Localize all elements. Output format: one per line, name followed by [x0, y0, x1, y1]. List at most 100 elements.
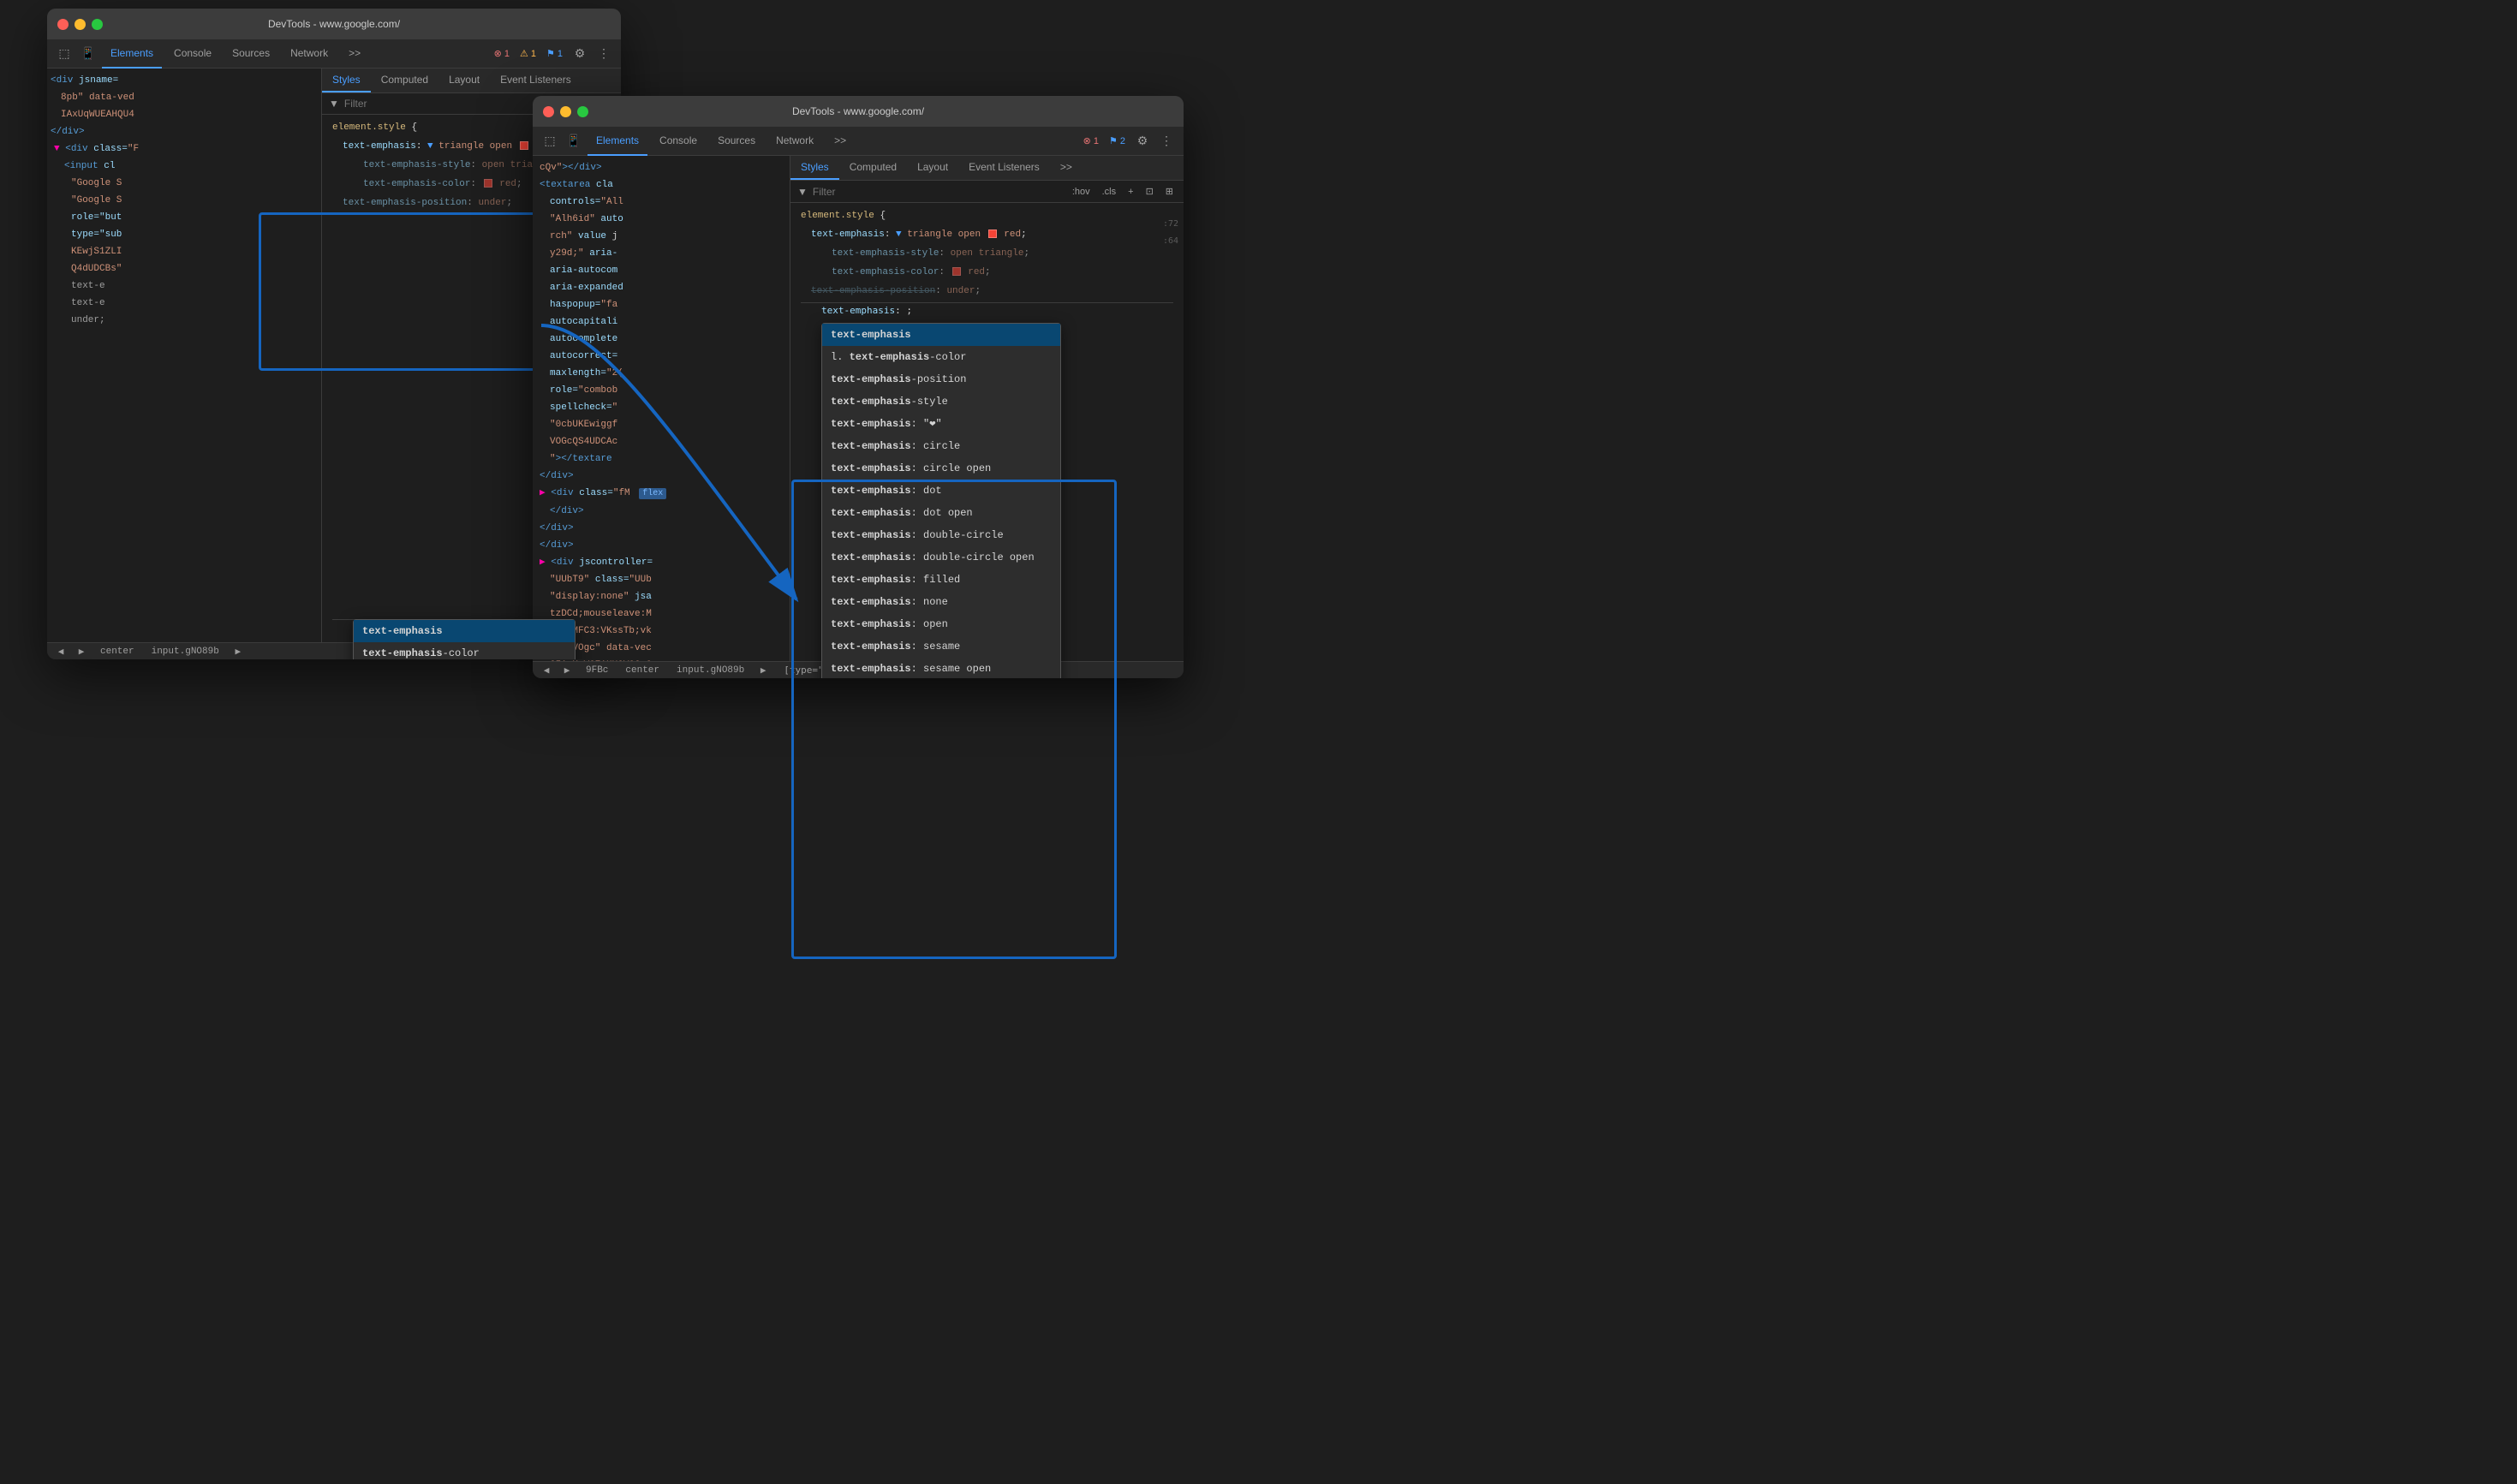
more-icon-back[interactable]: ⋮: [593, 44, 614, 64]
nav-back-btn[interactable]: ◀: [54, 645, 68, 659]
inspect-icon[interactable]: ⬚: [54, 44, 75, 64]
dom-line-front[interactable]: aria-expanded: [533, 279, 790, 296]
more-icon-front[interactable]: ⋮: [1156, 131, 1177, 152]
nav-right-btn-front[interactable]: ▶: [756, 664, 770, 677]
ac-item-back[interactable]: text-emphasis-color: [354, 642, 575, 659]
dom-line-front[interactable]: </div>: [533, 468, 790, 485]
ac-item-front-8[interactable]: text-emphasis: dot open: [822, 502, 1060, 524]
dom-line[interactable]: 8pb" data-ved: [47, 89, 321, 106]
ac-item-front-9[interactable]: text-emphasis: double-circle: [822, 524, 1060, 546]
subtab-styles-front[interactable]: Styles: [790, 156, 839, 180]
dom-line[interactable]: ▼ <div class="F: [47, 140, 321, 158]
dom-line-front[interactable]: </div>: [533, 503, 790, 520]
dom-line-front[interactable]: "UUbT9" class="UUb: [533, 571, 790, 588]
tab-more-back[interactable]: >>: [340, 39, 369, 69]
dom-line-front[interactable]: autocomplete: [533, 331, 790, 348]
tab-elements-front[interactable]: Elements: [587, 127, 647, 156]
filter-input-back[interactable]: [344, 98, 540, 110]
dom-line[interactable]: under;: [47, 312, 321, 329]
dom-line-front[interactable]: ▶ <div jscontroller=: [533, 554, 790, 571]
close-button-back[interactable]: [57, 19, 69, 30]
subtab-events-front[interactable]: Event Listeners: [958, 156, 1050, 180]
tab-sources-back[interactable]: Sources: [224, 39, 278, 69]
cls-btn-front[interactable]: .cls: [1099, 185, 1120, 199]
subtab-events-back[interactable]: Event Listeners: [490, 69, 582, 92]
dom-line-front[interactable]: rch" value j: [533, 228, 790, 245]
ac-item-front-10[interactable]: text-emphasis: double-circle open: [822, 546, 1060, 569]
device-icon[interactable]: 📱: [78, 44, 98, 64]
ac-input-front[interactable]: text-emphasis: ;: [801, 302, 1173, 318]
maximize-button-front[interactable]: [577, 106, 588, 117]
minimize-button-front[interactable]: [560, 106, 571, 117]
device-icon-front[interactable]: 📱: [564, 131, 584, 152]
css-property-1-front[interactable]: text-emphasis: ▼ triangle open red;: [790, 225, 1184, 244]
dom-line[interactable]: text-e: [47, 295, 321, 312]
css-property-3-front[interactable]: text-emphasis-color: red;: [790, 263, 1184, 282]
ac-item-front-4[interactable]: text-emphasis: "❤": [822, 413, 1060, 435]
tab-more-front[interactable]: >>: [826, 127, 855, 156]
status-selector[interactable]: input.gNO89b: [146, 647, 224, 657]
ac-item-front-14[interactable]: text-emphasis: sesame: [822, 635, 1060, 658]
dom-line-front[interactable]: cQv"></div>: [533, 159, 790, 176]
dom-line[interactable]: KEwjS1ZLI: [47, 243, 321, 260]
dom-line-front[interactable]: "Alh6id" auto: [533, 211, 790, 228]
dom-line-front[interactable]: controls="All: [533, 194, 790, 211]
dom-line[interactable]: type="sub: [47, 226, 321, 243]
minimize-button-back[interactable]: [75, 19, 86, 30]
ac-item-front-12[interactable]: text-emphasis: none: [822, 591, 1060, 613]
subtab-layout-back[interactable]: Layout: [438, 69, 490, 92]
ac-item-front-13[interactable]: text-emphasis: open: [822, 613, 1060, 635]
dom-line-front[interactable]: <textarea cla: [533, 176, 790, 194]
dom-line-front[interactable]: </div>: [533, 537, 790, 554]
dom-line[interactable]: </div>: [47, 123, 321, 140]
status-selector-front[interactable]: input.gNO89b: [671, 665, 749, 676]
dom-line-front[interactable]: ▶ <div class="fM flex: [533, 485, 790, 503]
settings-icon-back[interactable]: ⚙: [570, 44, 590, 64]
ac-item-front-11[interactable]: text-emphasis: filled: [822, 569, 1060, 591]
tab-elements-back[interactable]: Elements: [102, 39, 162, 69]
inspect-icon-front[interactable]: ⬚: [540, 131, 560, 152]
ac-item-front-2[interactable]: text-emphasis-position: [822, 368, 1060, 390]
dom-line-front[interactable]: "display:none" jsa: [533, 588, 790, 605]
add-rule-btn-front[interactable]: +: [1124, 185, 1136, 199]
status-center[interactable]: center: [95, 647, 140, 657]
dom-line[interactable]: role="but: [47, 209, 321, 226]
close-button-front[interactable]: [543, 106, 554, 117]
dom-line-front[interactable]: maxlength="2(: [533, 365, 790, 382]
tab-sources-front[interactable]: Sources: [709, 127, 764, 156]
settings-icon-front[interactable]: ⚙: [1132, 131, 1153, 152]
css-property-2-front[interactable]: text-emphasis-style: open triangle;: [790, 244, 1184, 263]
dom-line-front[interactable]: autocorrect=: [533, 348, 790, 365]
dom-line[interactable]: Q4dUDCBs": [47, 260, 321, 277]
nav-back-btn-front[interactable]: ◀: [540, 664, 553, 677]
ac-item-front-7[interactable]: text-emphasis: dot: [822, 480, 1060, 502]
dom-line-front[interactable]: "0cbUKEwiggf: [533, 416, 790, 433]
dom-line[interactable]: "Google S: [47, 175, 321, 192]
nav-fwd-btn-front[interactable]: ▶: [560, 664, 574, 677]
ac-item-front-15[interactable]: text-emphasis: sesame open: [822, 658, 1060, 678]
dom-line-front[interactable]: role="combob: [533, 382, 790, 399]
tab-console-back[interactable]: Console: [165, 39, 220, 69]
dom-line-front[interactable]: y29d;" aria-: [533, 245, 790, 262]
subtab-styles-back[interactable]: Styles: [322, 69, 371, 92]
dom-line-front[interactable]: haspopup="fa: [533, 296, 790, 313]
subtab-computed-front[interactable]: Computed: [839, 156, 907, 180]
icon-btn-1[interactable]: ⊡: [1142, 184, 1157, 199]
nav-fwd-btn[interactable]: ▶: [75, 645, 88, 659]
ac-item-front-5[interactable]: text-emphasis: circle: [822, 435, 1060, 457]
dom-line[interactable]: <div jsname=: [47, 72, 321, 89]
tab-console-front[interactable]: Console: [651, 127, 706, 156]
css-property-4-front[interactable]: text-emphasis-position: under;: [790, 282, 1184, 301]
subtab-computed-back[interactable]: Computed: [371, 69, 438, 92]
ac-item-back[interactable]: text-emphasis: [354, 620, 575, 642]
dom-line-front[interactable]: autocapitali: [533, 313, 790, 331]
dom-line-front[interactable]: VOGcQS4UDCAc: [533, 433, 790, 450]
dom-line-front[interactable]: spellcheck=": [533, 399, 790, 416]
dom-line-front[interactable]: </div>: [533, 520, 790, 537]
subtab-more-front[interactable]: >>: [1050, 156, 1083, 180]
hov-btn-front[interactable]: :hov: [1069, 185, 1094, 199]
tab-network-front[interactable]: Network: [767, 127, 822, 156]
subtab-layout-front[interactable]: Layout: [907, 156, 958, 180]
dom-line[interactable]: text-e: [47, 277, 321, 295]
icon-btn-2[interactable]: ⊞: [1162, 184, 1177, 199]
